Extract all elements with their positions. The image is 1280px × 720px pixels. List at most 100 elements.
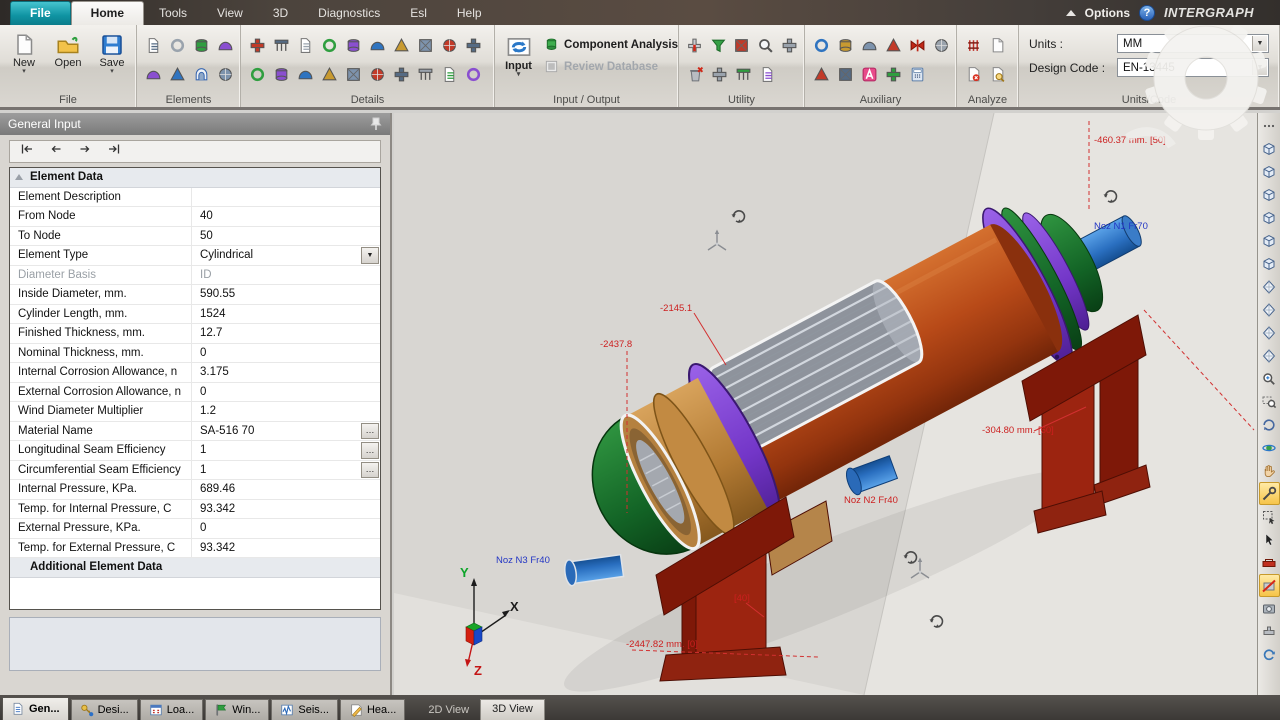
- select-window-button[interactable]: [1259, 505, 1280, 528]
- halfpipe-button[interactable]: [365, 61, 389, 87]
- ellipsis-button[interactable]: …: [361, 442, 379, 459]
- iso-se-button[interactable]: [1259, 321, 1280, 344]
- save-button[interactable]: Save ▾: [93, 31, 131, 75]
- funnel-green-button[interactable]: [707, 32, 731, 58]
- weight-button[interactable]: [437, 32, 461, 58]
- access-a-button[interactable]: [857, 61, 881, 87]
- zoom-magnifier-button[interactable]: [754, 32, 778, 58]
- collapse-triangle-icon[interactable]: [15, 174, 23, 180]
- options-button[interactable]: Options: [1085, 6, 1130, 20]
- tray-button[interactable]: [317, 32, 341, 58]
- tab-view[interactable]: View: [202, 2, 258, 25]
- field-value[interactable]: 12.7: [192, 324, 380, 343]
- field-value[interactable]: 1: [192, 461, 380, 480]
- preview-doc-button[interactable]: [985, 61, 1009, 87]
- lug-button[interactable]: [293, 32, 317, 58]
- tab-file[interactable]: File: [10, 1, 71, 25]
- list-blue-button[interactable]: [881, 61, 905, 87]
- jacket-button[interactable]: [317, 61, 341, 87]
- iso-sw-button[interactable]: [1259, 344, 1280, 367]
- field-value[interactable]: Cylindrical: [192, 246, 380, 265]
- first-record-button[interactable]: [19, 141, 35, 162]
- bottom-tab-hea[interactable]: Hea...: [339, 699, 406, 720]
- mesh-sphere-button[interactable]: [213, 32, 237, 58]
- iso-nw-button[interactable]: [1259, 298, 1280, 321]
- blank-doc-button[interactable]: [985, 32, 1009, 58]
- help-icon[interactable]: ?: [1139, 4, 1155, 21]
- bottom-tab-seis[interactable]: Seis...: [271, 699, 338, 720]
- more-button[interactable]: [1259, 114, 1280, 137]
- zoom-extents-button[interactable]: [1259, 367, 1280, 390]
- liquid-button[interactable]: [365, 32, 389, 58]
- dropdown-caret-icon[interactable]: ▾: [22, 68, 26, 75]
- notes-button[interactable]: [809, 61, 833, 87]
- insulation-button[interactable]: [389, 32, 413, 58]
- field-value[interactable]: 689.46: [192, 480, 380, 499]
- measure-button[interactable]: [1258, 482, 1280, 505]
- view-top-button[interactable]: [1259, 252, 1280, 275]
- section-element-data[interactable]: Element Data: [10, 168, 380, 188]
- brace-button[interactable]: [929, 32, 953, 58]
- dropdown-arrow-icon[interactable]: ▼: [1252, 36, 1267, 51]
- drum-black-button[interactable]: [707, 61, 731, 87]
- field-value[interactable]: ID: [192, 266, 380, 285]
- bottom-tab-desi[interactable]: Desi...: [70, 699, 138, 720]
- orbit-button[interactable]: [1259, 436, 1280, 459]
- zoom-window-button[interactable]: [1259, 390, 1280, 413]
- pan-hand-button[interactable]: [1259, 459, 1280, 482]
- field-value[interactable]: SA-516 70: [192, 422, 380, 441]
- open-button[interactable]: Open: [49, 31, 87, 74]
- view-left-button[interactable]: [1259, 206, 1280, 229]
- rotate-view-button[interactable]: [1259, 413, 1280, 436]
- field-value[interactable]: 93.342: [192, 500, 380, 519]
- field-value[interactable]: [192, 188, 380, 207]
- bracket-button[interactable]: [809, 32, 833, 58]
- error-doc-button[interactable]: [961, 61, 985, 87]
- input-button[interactable]: Input ▾: [501, 31, 536, 78]
- section-view-button[interactable]: [1259, 551, 1280, 574]
- opening-button[interactable]: [293, 61, 317, 87]
- nozzle-button[interactable]: [245, 32, 269, 58]
- saddle-button[interactable]: [245, 61, 269, 87]
- delete-red-button[interactable]: [683, 61, 707, 87]
- flat-head-button[interactable]: [189, 61, 213, 87]
- tab-3d-view[interactable]: 3D View: [480, 699, 545, 720]
- cut-blue-button[interactable]: [777, 32, 801, 58]
- basering-button[interactable]: [413, 61, 437, 87]
- field-value[interactable]: 0: [192, 383, 380, 402]
- pipe-tee-red-button[interactable]: [683, 32, 707, 58]
- bottom-tab-gen[interactable]: Gen...: [2, 697, 69, 720]
- pin-icon[interactable]: [370, 117, 382, 131]
- dropdown-button[interactable]: ▼: [361, 247, 379, 264]
- field-value[interactable]: 50: [192, 227, 380, 246]
- leg-button[interactable]: [341, 61, 365, 87]
- rotate-section-button[interactable]: [730, 32, 754, 58]
- field-value[interactable]: 0: [192, 344, 380, 363]
- stiffening-ring-button[interactable]: [269, 32, 293, 58]
- select-button[interactable]: [1259, 528, 1280, 551]
- stub-button[interactable]: [461, 61, 485, 87]
- tab-home[interactable]: Home: [70, 1, 145, 25]
- view-front-button[interactable]: [1259, 160, 1280, 183]
- design-code-select[interactable]: EN-13445 ▼: [1117, 58, 1269, 77]
- platform-button[interactable]: [437, 61, 461, 87]
- weld-button[interactable]: [389, 61, 413, 87]
- valve-red-button[interactable]: [905, 32, 929, 58]
- calculator-button[interactable]: [905, 61, 929, 87]
- dropdown-caret-icon[interactable]: ▾: [110, 68, 114, 75]
- pipe-stub-button[interactable]: [1259, 620, 1280, 643]
- bottom-tab-loa[interactable]: Loa...: [139, 699, 204, 720]
- hide-elements-button[interactable]: [1258, 574, 1280, 597]
- bottom-tab-win[interactable]: Win...: [205, 699, 270, 720]
- refresh-view-button[interactable]: [1259, 643, 1280, 666]
- previous-record-button[interactable]: [48, 141, 64, 162]
- field-value[interactable]: 1.2: [192, 402, 380, 421]
- lining-button[interactable]: [413, 32, 437, 58]
- stamp-button[interactable]: [833, 32, 857, 58]
- viewport[interactable]: Y X Z -460.37 mm. [50] -2145.1 -2437.8 -304…: [394, 113, 1257, 695]
- field-value[interactable]: 1: [192, 441, 380, 460]
- tab-diagnostics[interactable]: Diagnostics: [303, 2, 395, 25]
- flanged-element-button[interactable]: [165, 32, 189, 58]
- force-button[interactable]: [269, 61, 293, 87]
- clip-button[interactable]: [461, 32, 485, 58]
